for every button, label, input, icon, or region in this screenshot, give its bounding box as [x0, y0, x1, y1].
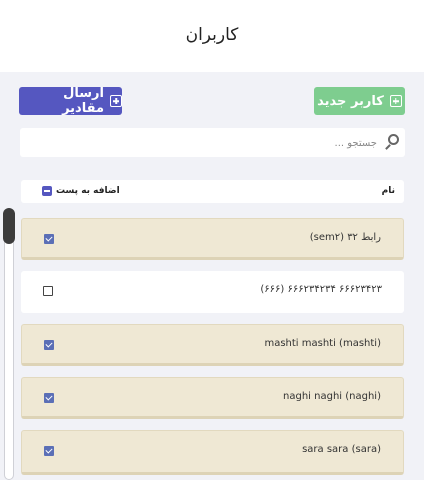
- table-row[interactable]: رابط ۳۲ (sem۲): [21, 218, 404, 260]
- table-row[interactable]: (naghi) naghi naghi: [21, 377, 404, 419]
- send-values-label: ارسال مقادیر: [62, 86, 104, 116]
- search-icon[interactable]: [388, 134, 399, 145]
- new-user-button[interactable]: کاربر جدید: [314, 87, 405, 115]
- page-title: کاربران: [185, 25, 239, 45]
- row-checkbox[interactable]: [44, 446, 54, 456]
- row-user-name: ۶۶۶۲۳۴۲۳ ۶۶۶۲۳۴۲۳۴ (۶۶۶): [260, 284, 382, 295]
- row-checkbox[interactable]: [43, 286, 53, 296]
- table-row[interactable]: (sara) sara sara: [21, 430, 404, 475]
- row-user-name: (sara) sara sara: [302, 444, 381, 455]
- column-header-add-to-post: اضافه به پست: [42, 186, 120, 196]
- row-checkbox[interactable]: [44, 393, 54, 403]
- add-to-post-label: اضافه به پست: [56, 186, 120, 196]
- search-box: [20, 128, 405, 157]
- table-header: نام اضافه به پست: [21, 180, 404, 203]
- row-checkbox[interactable]: [44, 234, 54, 244]
- row-checkbox[interactable]: [44, 340, 54, 350]
- header-bar: کاربران: [0, 0, 424, 72]
- row-user-name: (mashti) mashti mashti: [264, 338, 381, 349]
- search-input[interactable]: [26, 132, 379, 154]
- plus-icon: [110, 95, 122, 107]
- column-header-name: نام: [381, 186, 395, 196]
- select-all-checkbox[interactable]: [42, 186, 52, 196]
- new-user-label: کاربر جدید: [317, 93, 384, 109]
- table-row[interactable]: (mashti) mashti mashti: [21, 324, 404, 366]
- row-user-name: رابط ۳۲ (sem۲): [309, 232, 381, 243]
- plus-icon: [389, 95, 402, 107]
- row-user-name: (naghi) naghi naghi: [283, 391, 381, 402]
- table-row[interactable]: ۶۶۶۲۳۴۲۳ ۶۶۶۲۳۴۲۳۴ (۶۶۶): [21, 271, 404, 313]
- scrollbar-thumb[interactable]: [3, 208, 15, 244]
- send-values-button[interactable]: ارسال مقادیر: [19, 86, 122, 116]
- scrollbar-track[interactable]: [4, 210, 14, 480]
